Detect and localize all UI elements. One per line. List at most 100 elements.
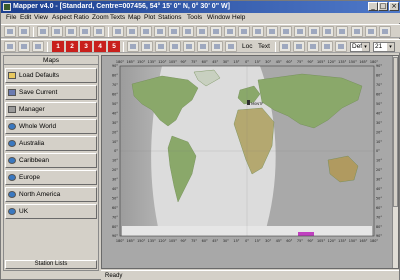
minimize-button[interactable]: _	[368, 2, 378, 11]
grid-fine-icon[interactable]	[169, 41, 181, 52]
loc-button[interactable]: Loc	[240, 41, 254, 52]
globe-icon[interactable]	[279, 41, 291, 52]
panel-item-label: North America	[19, 191, 61, 198]
key-icon[interactable]	[322, 26, 334, 37]
longitude-tick-label: 0°	[245, 60, 249, 64]
zoom-in-icon[interactable]	[335, 41, 347, 52]
latitude-tick-label: 20°	[112, 130, 118, 134]
menu-aspect-ratio[interactable]: Aspect Ratio	[52, 13, 89, 23]
longitude-tick-label: 180°	[116, 239, 124, 243]
menu-tools[interactable]: Tools	[187, 13, 202, 23]
menu-zoom[interactable]: Zoom	[92, 13, 109, 23]
scrollbar-thumb[interactable]	[393, 57, 398, 207]
stations-icon[interactable]	[224, 26, 236, 37]
panel-item-label: Whole World	[19, 123, 57, 130]
zoom-mode-value: Def	[352, 43, 363, 50]
map-australia-button[interactable]: Australia	[5, 136, 97, 151]
preset-4-button[interactable]: 4	[94, 41, 106, 52]
grid-icon[interactable]	[210, 26, 222, 37]
new-icon[interactable]	[4, 26, 16, 37]
cut-icon[interactable]	[365, 26, 377, 37]
latitude-tick-label: 50°	[112, 196, 118, 200]
menu-file[interactable]: File	[6, 13, 16, 23]
map-caribbean-button[interactable]: Caribbean	[5, 153, 97, 168]
map-europe-button[interactable]: Europe	[5, 170, 97, 185]
menu-view[interactable]: View	[34, 13, 48, 23]
edit-icon[interactable]	[18, 41, 30, 52]
longitude-tick-label: 30°	[223, 239, 229, 243]
pan-up-icon[interactable]	[126, 26, 138, 37]
map-view[interactable]: M0NTF 180° 165° 150° 135° 120° 105° 90° 75° 60° 4…	[101, 55, 399, 269]
menu-help[interactable]: Help	[232, 13, 245, 23]
maps-panel: Maps Load Defaults Save Current Manager …	[3, 55, 99, 271]
vertical-scrollbar[interactable]	[392, 56, 398, 268]
copy-icon[interactable]	[51, 26, 63, 37]
latitude-tick-label: 0°	[114, 149, 118, 153]
pin-icon[interactable]	[307, 41, 319, 52]
note-icon[interactable]	[32, 41, 44, 52]
longitude-tick-label: 30°	[223, 60, 229, 64]
grid-icon[interactable]	[155, 41, 167, 52]
star-icon[interactable]	[211, 41, 223, 52]
image-icon[interactable]	[79, 26, 91, 37]
target-icon[interactable]	[225, 41, 237, 52]
pan-down-icon[interactable]	[168, 26, 180, 37]
print-icon[interactable]	[37, 26, 49, 37]
compass-icon[interactable]	[293, 41, 305, 52]
contents-icon[interactable]	[4, 41, 16, 52]
app-icon	[3, 3, 11, 11]
search-icon[interactable]	[351, 26, 363, 37]
zoom-level-select[interactable]: 21 ▾	[373, 42, 395, 52]
longitude-tick-label: 15°	[255, 60, 261, 64]
map-icon[interactable]	[280, 26, 292, 37]
export-icon[interactable]	[93, 26, 105, 37]
crosshair-icon[interactable]	[197, 41, 209, 52]
layer-icon[interactable]	[196, 26, 208, 37]
paths-icon[interactable]	[238, 26, 250, 37]
sun-icon[interactable]	[266, 26, 278, 37]
save-icon[interactable]	[252, 26, 264, 37]
locator-grid-icon[interactable]	[183, 41, 195, 52]
zoom-mode-select[interactable]: Def ▾	[350, 42, 370, 52]
menu-window[interactable]: Window	[207, 13, 230, 23]
menu-plot[interactable]: Plot	[144, 13, 155, 23]
text-button[interactable]: Text	[256, 41, 272, 52]
menu-map[interactable]: Map	[128, 13, 141, 23]
map-north-america-button[interactable]: North America	[5, 187, 97, 202]
open-icon[interactable]	[18, 26, 30, 37]
menu-stations[interactable]: Stations	[158, 13, 182, 23]
layer-icon[interactable]	[182, 26, 194, 37]
preset-1-button[interactable]: 1	[52, 41, 64, 52]
preset-2-button[interactable]: 2	[66, 41, 78, 52]
pan-left-icon[interactable]	[140, 26, 152, 37]
zoom-out-icon[interactable]	[308, 26, 320, 37]
longitude-tick-label: 45°	[212, 60, 218, 64]
save-current-button[interactable]: Save Current	[5, 85, 97, 100]
preset-3-button[interactable]: 3	[80, 41, 92, 52]
maximize-button[interactable]: □	[378, 2, 388, 11]
map-uk-button[interactable]: UK	[5, 204, 97, 219]
preset-5-button[interactable]: 5	[108, 41, 120, 52]
toolbar-separator	[108, 27, 109, 37]
sun-icon[interactable]	[141, 41, 153, 52]
day-night-icon[interactable]	[127, 41, 139, 52]
zoom-out-icon[interactable]	[321, 41, 333, 52]
world-map[interactable]: M0NTF 180° 165° 150° 135° 120° 105° 90° 75° 60° 4…	[102, 56, 392, 268]
latitude-tick-label: 40°	[112, 187, 118, 191]
paste-icon[interactable]	[65, 26, 77, 37]
map-whole-world-button[interactable]: Whole World	[5, 119, 97, 134]
title-bar: Mapper v4.0 - [Standard, Centre=007456, …	[1, 1, 400, 13]
load-defaults-button[interactable]: Load Defaults	[5, 68, 97, 83]
close-button[interactable]: ×	[389, 2, 399, 11]
station-lists-tab[interactable]: Station Lists	[5, 260, 97, 269]
globe-icon[interactable]	[112, 26, 124, 37]
pan-right-icon[interactable]	[154, 26, 166, 37]
tools-icon[interactable]	[379, 26, 391, 37]
latitude-tick-label: 40°	[376, 111, 382, 115]
settings-icon[interactable]	[336, 26, 348, 37]
menu-edit[interactable]: Edit	[20, 13, 31, 23]
menu-texts[interactable]: Texts	[110, 13, 125, 23]
zoom-in-icon[interactable]	[294, 26, 306, 37]
secondary-toolbar: 1 2 3 4 5 Loc Text Def ▾ 21 ▾	[1, 39, 400, 53]
manager-button[interactable]: Manager	[5, 102, 97, 117]
